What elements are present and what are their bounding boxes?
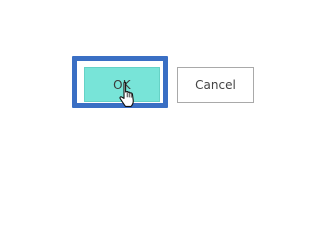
dialog-button-area: OK Cancel <box>0 0 320 203</box>
ok-button[interactable]: OK <box>84 67 160 102</box>
cancel-button[interactable]: Cancel <box>177 67 254 103</box>
cancel-button-label: Cancel <box>195 78 236 92</box>
ok-button-label: OK <box>113 77 131 92</box>
